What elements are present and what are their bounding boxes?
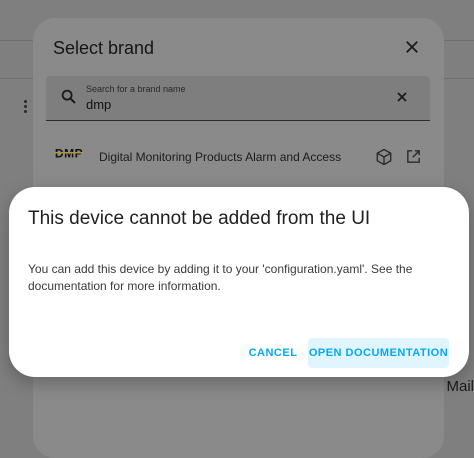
close-icon[interactable] [403, 38, 421, 56]
clear-search-icon[interactable] [394, 89, 410, 105]
magnify-icon [61, 89, 76, 104]
brand-name: Digital Monitoring Products Alarm and Ac… [99, 150, 342, 164]
search-input[interactable]: dmp [86, 97, 111, 112]
device-cannot-be-added-dialog: This device cannot be added from the UI … [9, 187, 469, 377]
open-in-new-icon[interactable] [405, 148, 422, 165]
dots-vertical-icon [22, 100, 30, 115]
search-label: Search for a brand name [86, 84, 186, 94]
alert-message: You can add this device by adding it to … [28, 262, 413, 293]
dialog-title: Select brand [53, 38, 155, 58]
alert-title: This device cannot be added from the UI [28, 208, 371, 229]
brand-list-item[interactable]: DMP Digital Monitoring Products Alarm an… [33, 142, 444, 172]
open-documentation-button[interactable]: OPEN DOCUMENTATION [308, 338, 449, 368]
cancel-button[interactable]: CANCEL [246, 338, 300, 368]
dmp-logo: DMP [52, 146, 86, 160]
brand-search-field[interactable]: Search for a brand name dmp [46, 76, 430, 121]
cube-icon [376, 148, 392, 166]
